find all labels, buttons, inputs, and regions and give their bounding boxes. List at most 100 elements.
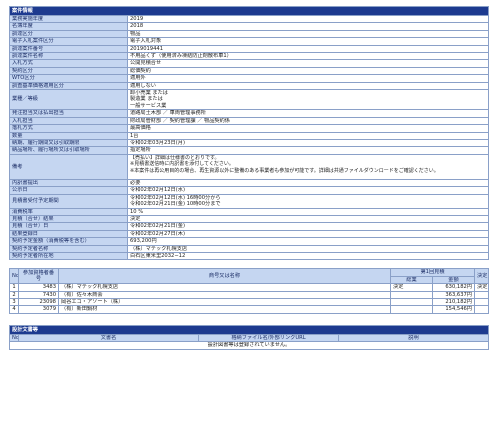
info-label: 消費税率 (9, 207, 128, 216)
info-label: 見積（合せ）日 (9, 222, 128, 231)
info-row: 業務実施年度 2019 (9, 14, 489, 24)
info-value: 令和02年02月12日(水) (127, 186, 489, 195)
info-value: 物品 (127, 29, 489, 39)
case-info-title: 案件情報 (9, 6, 489, 16)
remarks-line: ※本案件は再公用目的の場合、再生資源以外に整備のある事業者も参加が可能です。詳細… (130, 167, 439, 174)
info-label: 発注担当又は払出担当 (9, 109, 128, 118)
bidders-table: No 参加資格者番号 商号又は名称 第1回見積 決定 総業 金額 1 3483 （株… (9, 268, 489, 314)
info-row: 入札担当 財政局管財部 ／ 契約管理課 ／ 物品契約係 (9, 116, 489, 126)
info-label: 入札担当 (9, 116, 128, 126)
info-row: 調査基準価格適用区分 適用しない (9, 81, 489, 91)
doc-col-no: No (9, 333, 19, 343)
design-docs-table: 設計文書等 No 文書名 格納ファイル名/外部リンクURL 説明 設計図書等は登… (9, 324, 489, 350)
period-label: 見積書受付予定期間 (9, 193, 128, 209)
bidder-no: 3 (9, 298, 19, 307)
info-label: 名簿年度 (9, 22, 128, 31)
info-row: 結果登録日 令和02年02月27日(木) (9, 229, 489, 239)
info-label: 調達案件名称 (9, 52, 128, 61)
info-row: 見積（合せ）日 令和02年02月21日(金) (9, 222, 489, 231)
info-value: 令和02年02月21日(金) (127, 222, 489, 231)
info-value: 不用品くず（使用済み凍結防止剤散布車1） (127, 52, 489, 61)
col-sogo: 総業 (390, 275, 433, 285)
bidder-no: 2 (9, 290, 19, 300)
info-value: 最高価格 (127, 124, 489, 133)
info-row: 数量 1台 (9, 131, 489, 140)
info-row: 契約区分 総価契約 (9, 66, 489, 76)
bidder-amount: 210,182円 (432, 298, 475, 307)
info-row: 契約予定者所在地 白石区東米里2032−12 (9, 251, 489, 261)
doc-col-name: 文書名 (18, 333, 199, 343)
info-value: 白石区東米里2032−12 (127, 251, 489, 261)
info-label: WTO区分 (9, 74, 128, 83)
info-value: 10 % (127, 207, 489, 216)
bidder-name: 岡谷エコ・アソート（株） (58, 298, 391, 307)
info-value: 1台 (127, 131, 489, 140)
bidder-reg-no: 3483 (18, 283, 59, 292)
info-label: 調査基準価格適用区分 (9, 81, 128, 91)
info-row: 電子入札案件区分 電子入札対象 (9, 37, 489, 46)
industry-value: 卸小売業 または 製造業 または 一般サービス業 (127, 89, 489, 111)
info-row: 調達案件名称 不用品くず（使用済み凍結防止剤散布車1） (9, 52, 489, 61)
case-info-table: 案件情報 業務実施年度 2019 名簿年度 2018 調達区分 物品 電子入札案件区分 電子入… (9, 6, 489, 261)
period-end: 令和02年02月21日(金) 10時00分まで (130, 201, 221, 208)
design-docs-empty: 設計図書等は登録されていません。 (9, 341, 489, 350)
info-row: 見積（合せ）結果 決定 (9, 214, 489, 224)
info-value: 公開見積合せ (127, 59, 489, 68)
info-row: 納品場所、履行場所又は引取場所 指定場所 (9, 146, 489, 155)
info-row: 公示日 令和02年02月12日(水) (9, 186, 489, 195)
bidder-reg-no: 7430 (18, 290, 59, 300)
bidder-row: 4 3079 （有）新田鋼材 154,546円 (9, 305, 489, 314)
bidder-no: 4 (9, 305, 19, 314)
info-value: 令和02年03月23日(月) (127, 138, 489, 148)
info-label: 見積（合せ）結果 (9, 214, 128, 224)
info-label: 入札方式 (9, 59, 128, 68)
remarks-label: 備考 (9, 153, 128, 180)
info-label: 契約予定者所在地 (9, 251, 128, 261)
info-label: 納期、履行期間又は引取期限 (9, 138, 128, 148)
bidder-decision: 決定 (474, 283, 489, 292)
info-value: 2019 (127, 14, 489, 24)
info-row: 内訳書提出 必要 (9, 178, 489, 188)
bidder-no: 1 (9, 283, 19, 292)
info-label: 調達区分 (9, 29, 128, 39)
info-value: 必要 (127, 178, 489, 188)
info-row: 落札方式 最高価格 (9, 124, 489, 133)
bidder-sogo (390, 298, 433, 307)
info-label: 内訳書提出 (9, 178, 128, 188)
info-row: 納期、履行期間又は引取期限 令和02年03月23日(月) (9, 138, 489, 148)
info-value: 電子入札対象 (127, 37, 489, 46)
info-label: 納品場所、履行場所又は引取場所 (9, 146, 128, 155)
remarks-value: 【売払い】詳細は仕様書のとおりです。 ※見積書送信時に内訳書を添付してください。… (127, 153, 489, 180)
info-value: 令和02年02月27日(木) (127, 229, 489, 239)
industry-label: 業種／等級 (9, 89, 128, 111)
info-label: 公示日 (9, 186, 128, 195)
info-value: 指定場所 (127, 146, 489, 155)
bidder-reg-no: 23098 (18, 298, 59, 307)
info-value: 総価契約 (127, 66, 489, 76)
info-row: 消費税率 10 % (9, 207, 489, 216)
col-no: No (9, 268, 19, 285)
info-row: 入札方式 公開見積合せ (9, 59, 489, 68)
info-label: 結果登録日 (9, 229, 128, 239)
info-row: 契約予定金額（消費税等を含む） 693,200円 (9, 237, 489, 246)
col-round: 第1回見積 (390, 268, 475, 277)
bidder-sogo (390, 290, 433, 300)
info-value: 2018 (127, 22, 489, 31)
industry-line: 一般サービス業 (130, 102, 167, 109)
period-value: 令和02年02月12日(水) 16時00分から 令和02年02月21日(金) 1… (127, 193, 489, 209)
info-label: 電子入札案件区分 (9, 37, 128, 46)
info-row: 調達区分 物品 (9, 29, 489, 39)
bidder-amount: 630,182円 (432, 283, 475, 292)
bidder-sogo (390, 305, 433, 314)
col-name: 商号又は名称 (58, 268, 391, 285)
info-value: 決定 (127, 214, 489, 224)
bidder-amount: 363,637円 (432, 290, 475, 300)
col-decision: 決定 (474, 268, 489, 285)
info-label: 落札方式 (9, 124, 128, 133)
bidder-name: （有）新田鋼材 (58, 305, 391, 314)
info-value: 財政局管財部 ／ 契約管理課 ／ 物品契約係 (127, 116, 489, 126)
info-label: 業務実施年度 (9, 14, 128, 24)
info-value: 道路局土木部 ／ 車両管理事務所 (127, 109, 489, 118)
info-label: 調達案件番号 (9, 44, 128, 54)
info-row: 契約予定者名称 （株）マテック札幌支店 (9, 244, 489, 254)
